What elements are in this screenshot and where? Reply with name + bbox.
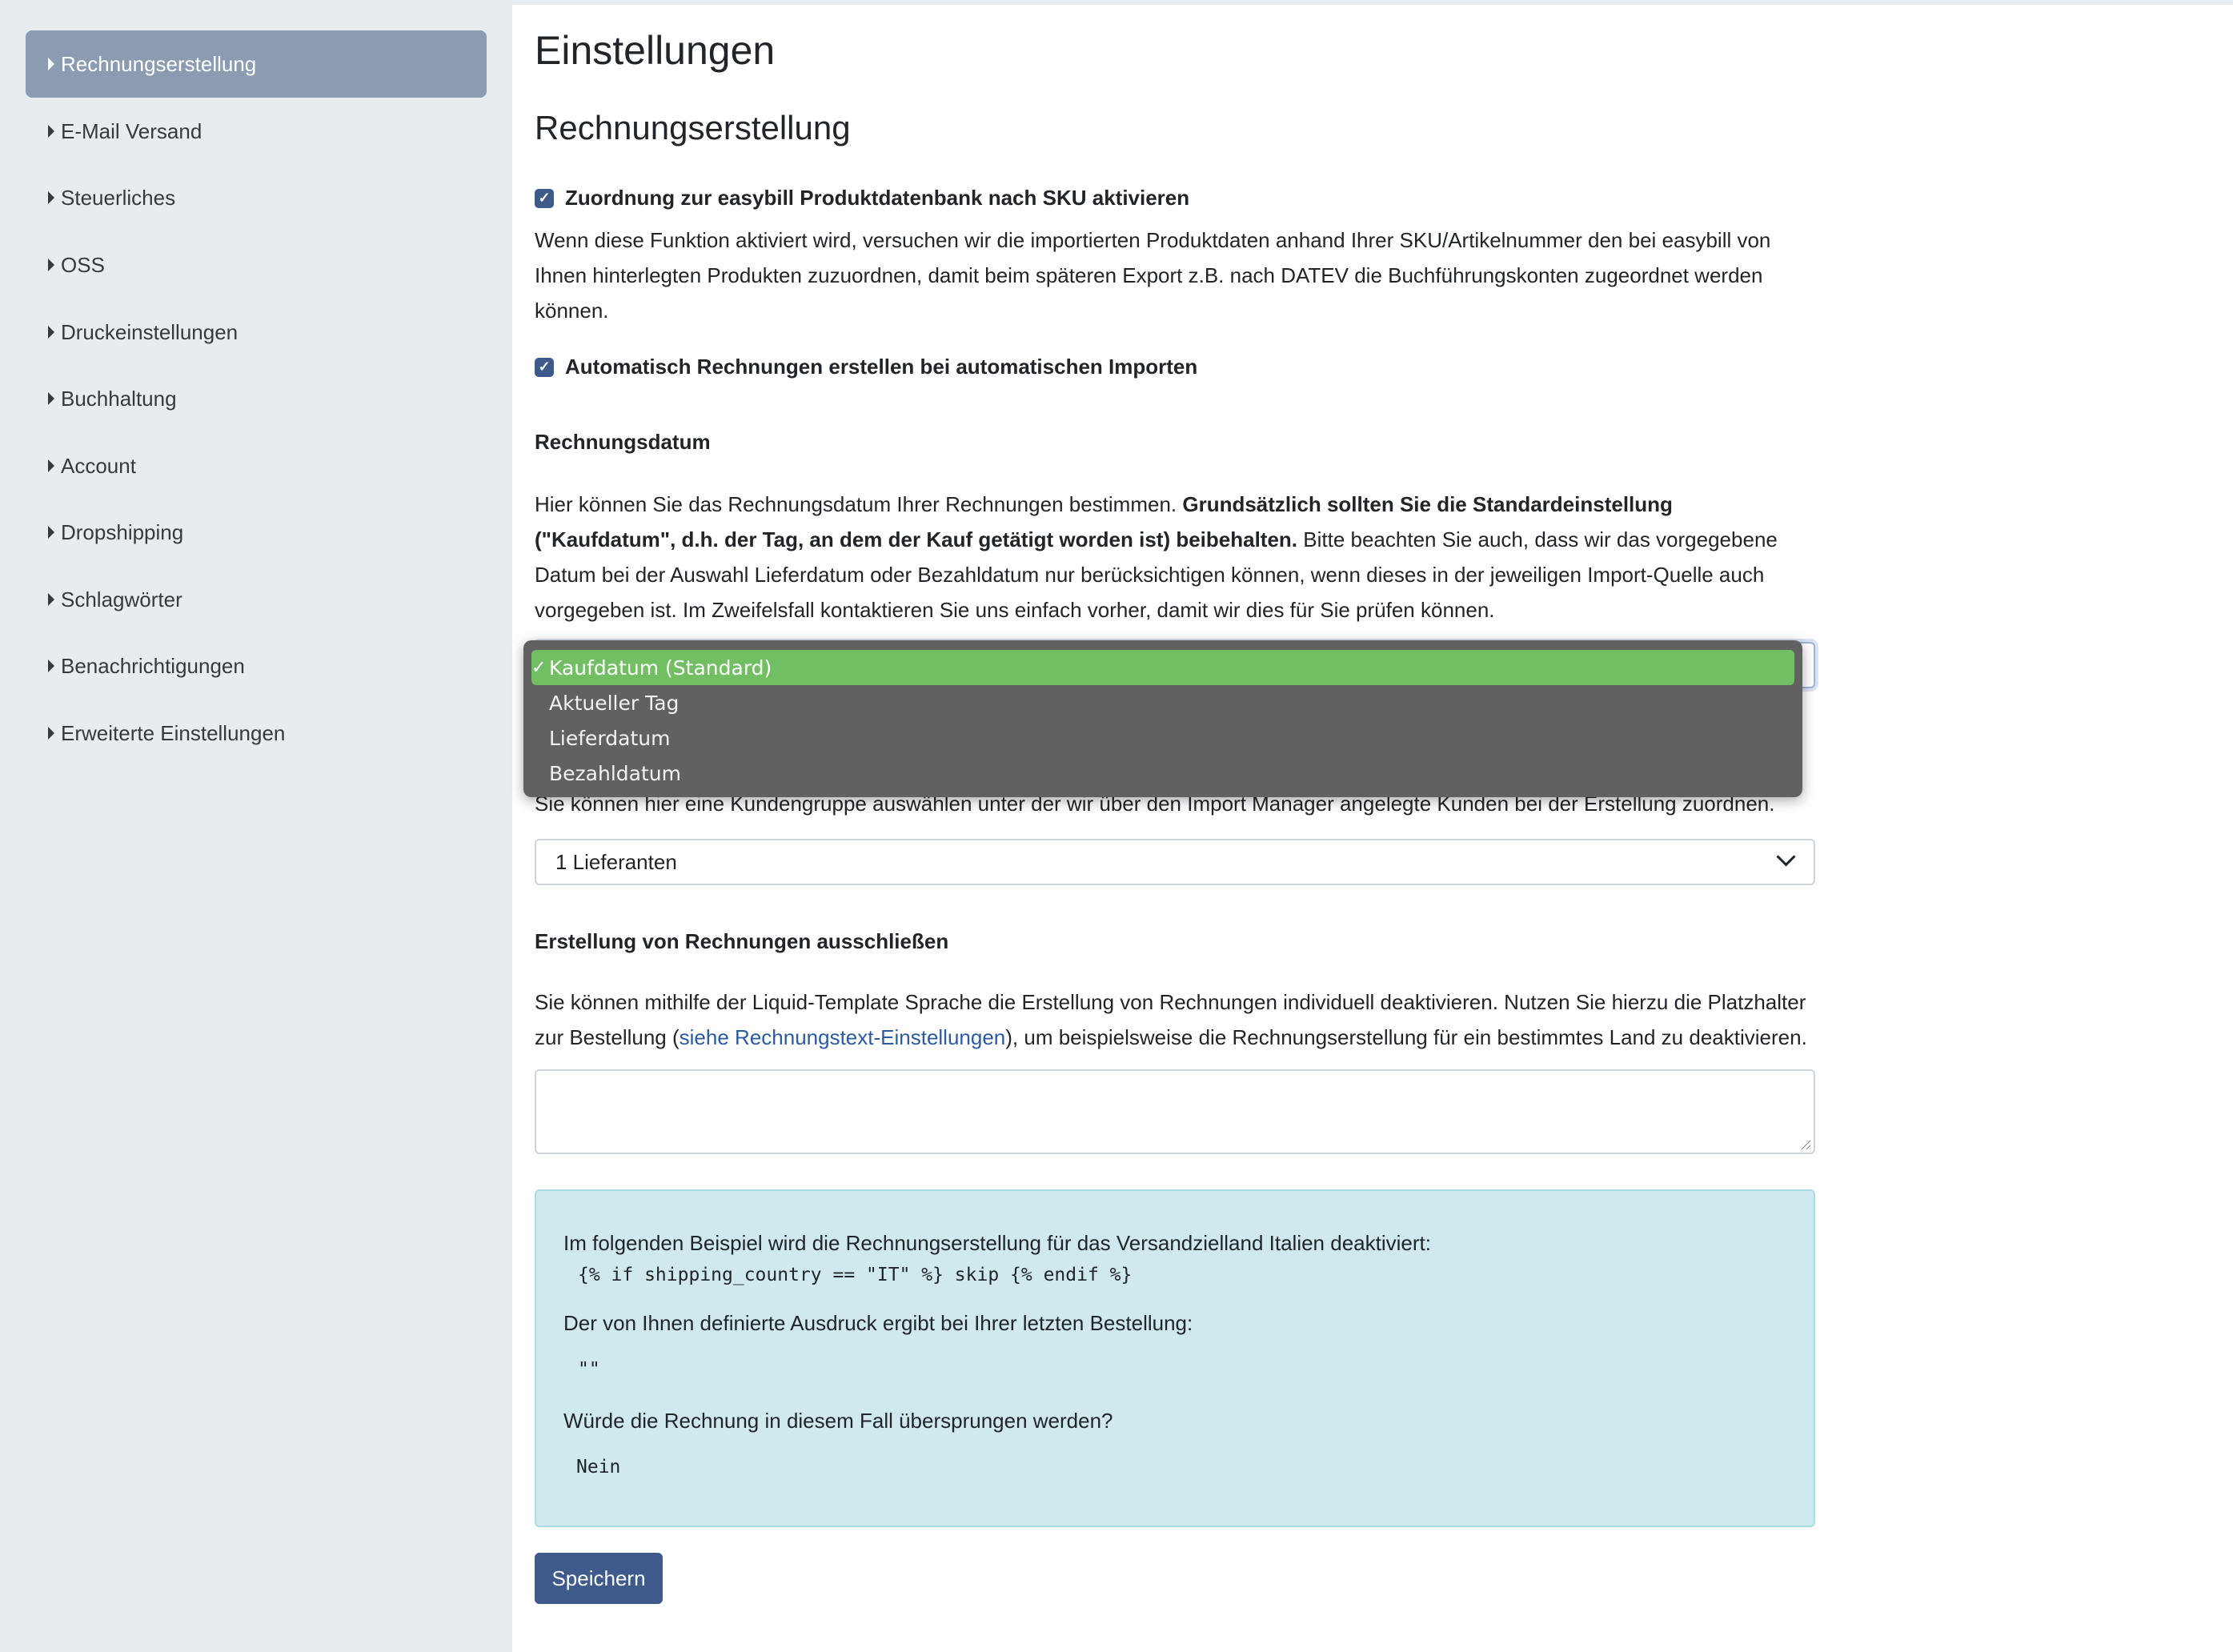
caret-right-icon — [48, 459, 54, 472]
auto-invoice-option[interactable]: ✓ Automatisch Rechnungen erstellen bei a… — [535, 355, 1197, 379]
invoice-date-dropdown: ✓ Kaufdatum (Standard) Aktueller Tag Lief… — [523, 640, 1802, 797]
example-code: {% if shipping_country == "IT" %} skip {… — [578, 1265, 1133, 1285]
sidebar-item-erweiterte-einstellungen[interactable]: Erweiterte Einstellungen — [26, 700, 487, 767]
sku-matching-description: Wenn diese Funktion aktiviert wird, vers… — [535, 228, 1771, 323]
sidebar-item-buchhaltung[interactable]: Buchhaltung — [26, 365, 487, 432]
option-label: Bezahldatum — [549, 761, 681, 785]
result-label: Der von Ihnen definierte Ausdruck ergibt… — [563, 1311, 1193, 1335]
customer-group-select[interactable]: 1 Lieferanten — [535, 839, 1815, 885]
caret-right-icon — [48, 526, 54, 539]
check-icon: ✓ — [531, 657, 547, 678]
option-label: Aktueller Tag — [549, 691, 680, 715]
caret-right-icon — [48, 58, 54, 70]
sku-matching-option[interactable]: ✓ Zuordnung zur easybill Produktdatenban… — [535, 186, 1189, 211]
invoice-date-option-aktueller-tag[interactable]: Aktueller Tag — [531, 685, 1794, 720]
auto-invoice-checkbox[interactable]: ✓ — [535, 357, 554, 377]
checkmark-icon: ✓ — [538, 359, 551, 375]
sidebar-item-label: Buchhaltung — [61, 386, 177, 411]
section-title: Rechnungserstellung — [535, 109, 851, 146]
skip-answer: Nein — [576, 1457, 621, 1478]
sidebar-item-account[interactable]: Account — [26, 432, 487, 499]
checkmark-icon: ✓ — [538, 190, 551, 206]
caret-right-icon — [48, 125, 54, 138]
invoice-date-option-lieferdatum[interactable]: Lieferdatum — [531, 720, 1794, 756]
sidebar-item-label: Rechnungserstellung — [61, 51, 257, 76]
skip-question: Würde die Rechnung in diesem Fall übersp… — [563, 1409, 1113, 1433]
sidebar-item-label: OSS — [61, 252, 105, 277]
sidebar-item-rechnungserstellung[interactable]: Rechnungserstellung — [26, 30, 487, 98]
sidebar-item-label: Erweiterte Einstellungen — [61, 720, 286, 745]
page-title: Einstellungen — [535, 28, 776, 73]
sidebar-item-oss[interactable]: OSS — [26, 231, 487, 299]
sidebar-item-dropshipping[interactable]: Dropshipping — [26, 499, 487, 566]
invoice-date-heading: Rechnungsdatum — [535, 430, 711, 454]
sidebar-item-label: Steuerliches — [61, 185, 176, 210]
example-intro: Im folgenden Beispiel wird die Rechnungs… — [563, 1231, 1431, 1255]
invoice-date-description: Hier können Sie das Rechnungsdatum Ihrer… — [535, 487, 1815, 628]
chevron-down-icon — [1776, 847, 1796, 867]
exclude-heading: Erstellung von Rechnungen ausschließen — [535, 929, 949, 953]
invoice-date-option-bezahldatum[interactable]: Bezahldatum — [531, 756, 1794, 791]
sidebar-item-label: Account — [61, 453, 136, 478]
result-value: "" — [578, 1359, 600, 1380]
sku-matching-label: Zuordnung zur easybill Produktdatenbank … — [565, 186, 1190, 210]
caret-right-icon — [48, 660, 54, 672]
caret-right-icon — [48, 326, 54, 339]
sidebar-item-druckeinstellungen[interactable]: Druckeinstellungen — [26, 299, 487, 366]
sidebar-item-label: E-Mail Versand — [61, 118, 202, 143]
resize-grip-icon[interactable] — [1801, 1140, 1810, 1149]
save-button[interactable]: Speichern — [535, 1553, 663, 1604]
sidebar-item-benachrichtigungen[interactable]: Benachrichtigungen — [26, 632, 487, 700]
caret-right-icon — [48, 259, 54, 271]
exclude-text-2: ), um beispielsweise die Rechnungserstel… — [1005, 1025, 1807, 1049]
sidebar-item-label: Benachrichtigungen — [61, 653, 245, 678]
caret-right-icon — [48, 593, 54, 606]
exclude-liquid-textarea[interactable] — [535, 1069, 1815, 1154]
liquid-info-box: Im folgenden Beispiel wird die Rechnungs… — [535, 1189, 1815, 1527]
sidebar-item-label: Schlagwörter — [61, 587, 182, 611]
customer-group-value: 1 Lieferanten — [555, 849, 677, 874]
invoice-date-option-kaufdatum[interactable]: ✓ Kaufdatum (Standard) — [531, 650, 1794, 685]
sidebar-item-email-versand[interactable]: E-Mail Versand — [26, 98, 487, 165]
sidebar-item-label: Druckeinstellungen — [61, 319, 239, 344]
settings-sidebar: Rechnungserstellung E-Mail Versand Steue… — [0, 5, 512, 1652]
sidebar-item-label: Dropshipping — [61, 519, 184, 544]
sku-matching-checkbox[interactable]: ✓ — [535, 188, 554, 208]
auto-invoice-label: Automatisch Rechnungen erstellen bei aut… — [565, 355, 1198, 379]
caret-right-icon — [48, 392, 54, 405]
invoice-date-text-1: Hier können Sie das Rechnungsdatum Ihrer… — [535, 492, 1183, 516]
option-label: Kaufdatum (Standard) — [549, 656, 772, 680]
invoice-text-settings-link[interactable]: siehe Rechnungstext-Einstellungen — [680, 1025, 1006, 1049]
caret-right-icon — [48, 727, 54, 740]
caret-right-icon — [48, 191, 54, 204]
sidebar-item-steuerliches[interactable]: Steuerliches — [26, 164, 487, 231]
option-label: Lieferdatum — [549, 726, 671, 750]
exclude-description: Sie können mithilfe der Liquid-Template … — [535, 984, 1815, 1055]
sidebar-item-schlagwoerter[interactable]: Schlagwörter — [26, 566, 487, 633]
